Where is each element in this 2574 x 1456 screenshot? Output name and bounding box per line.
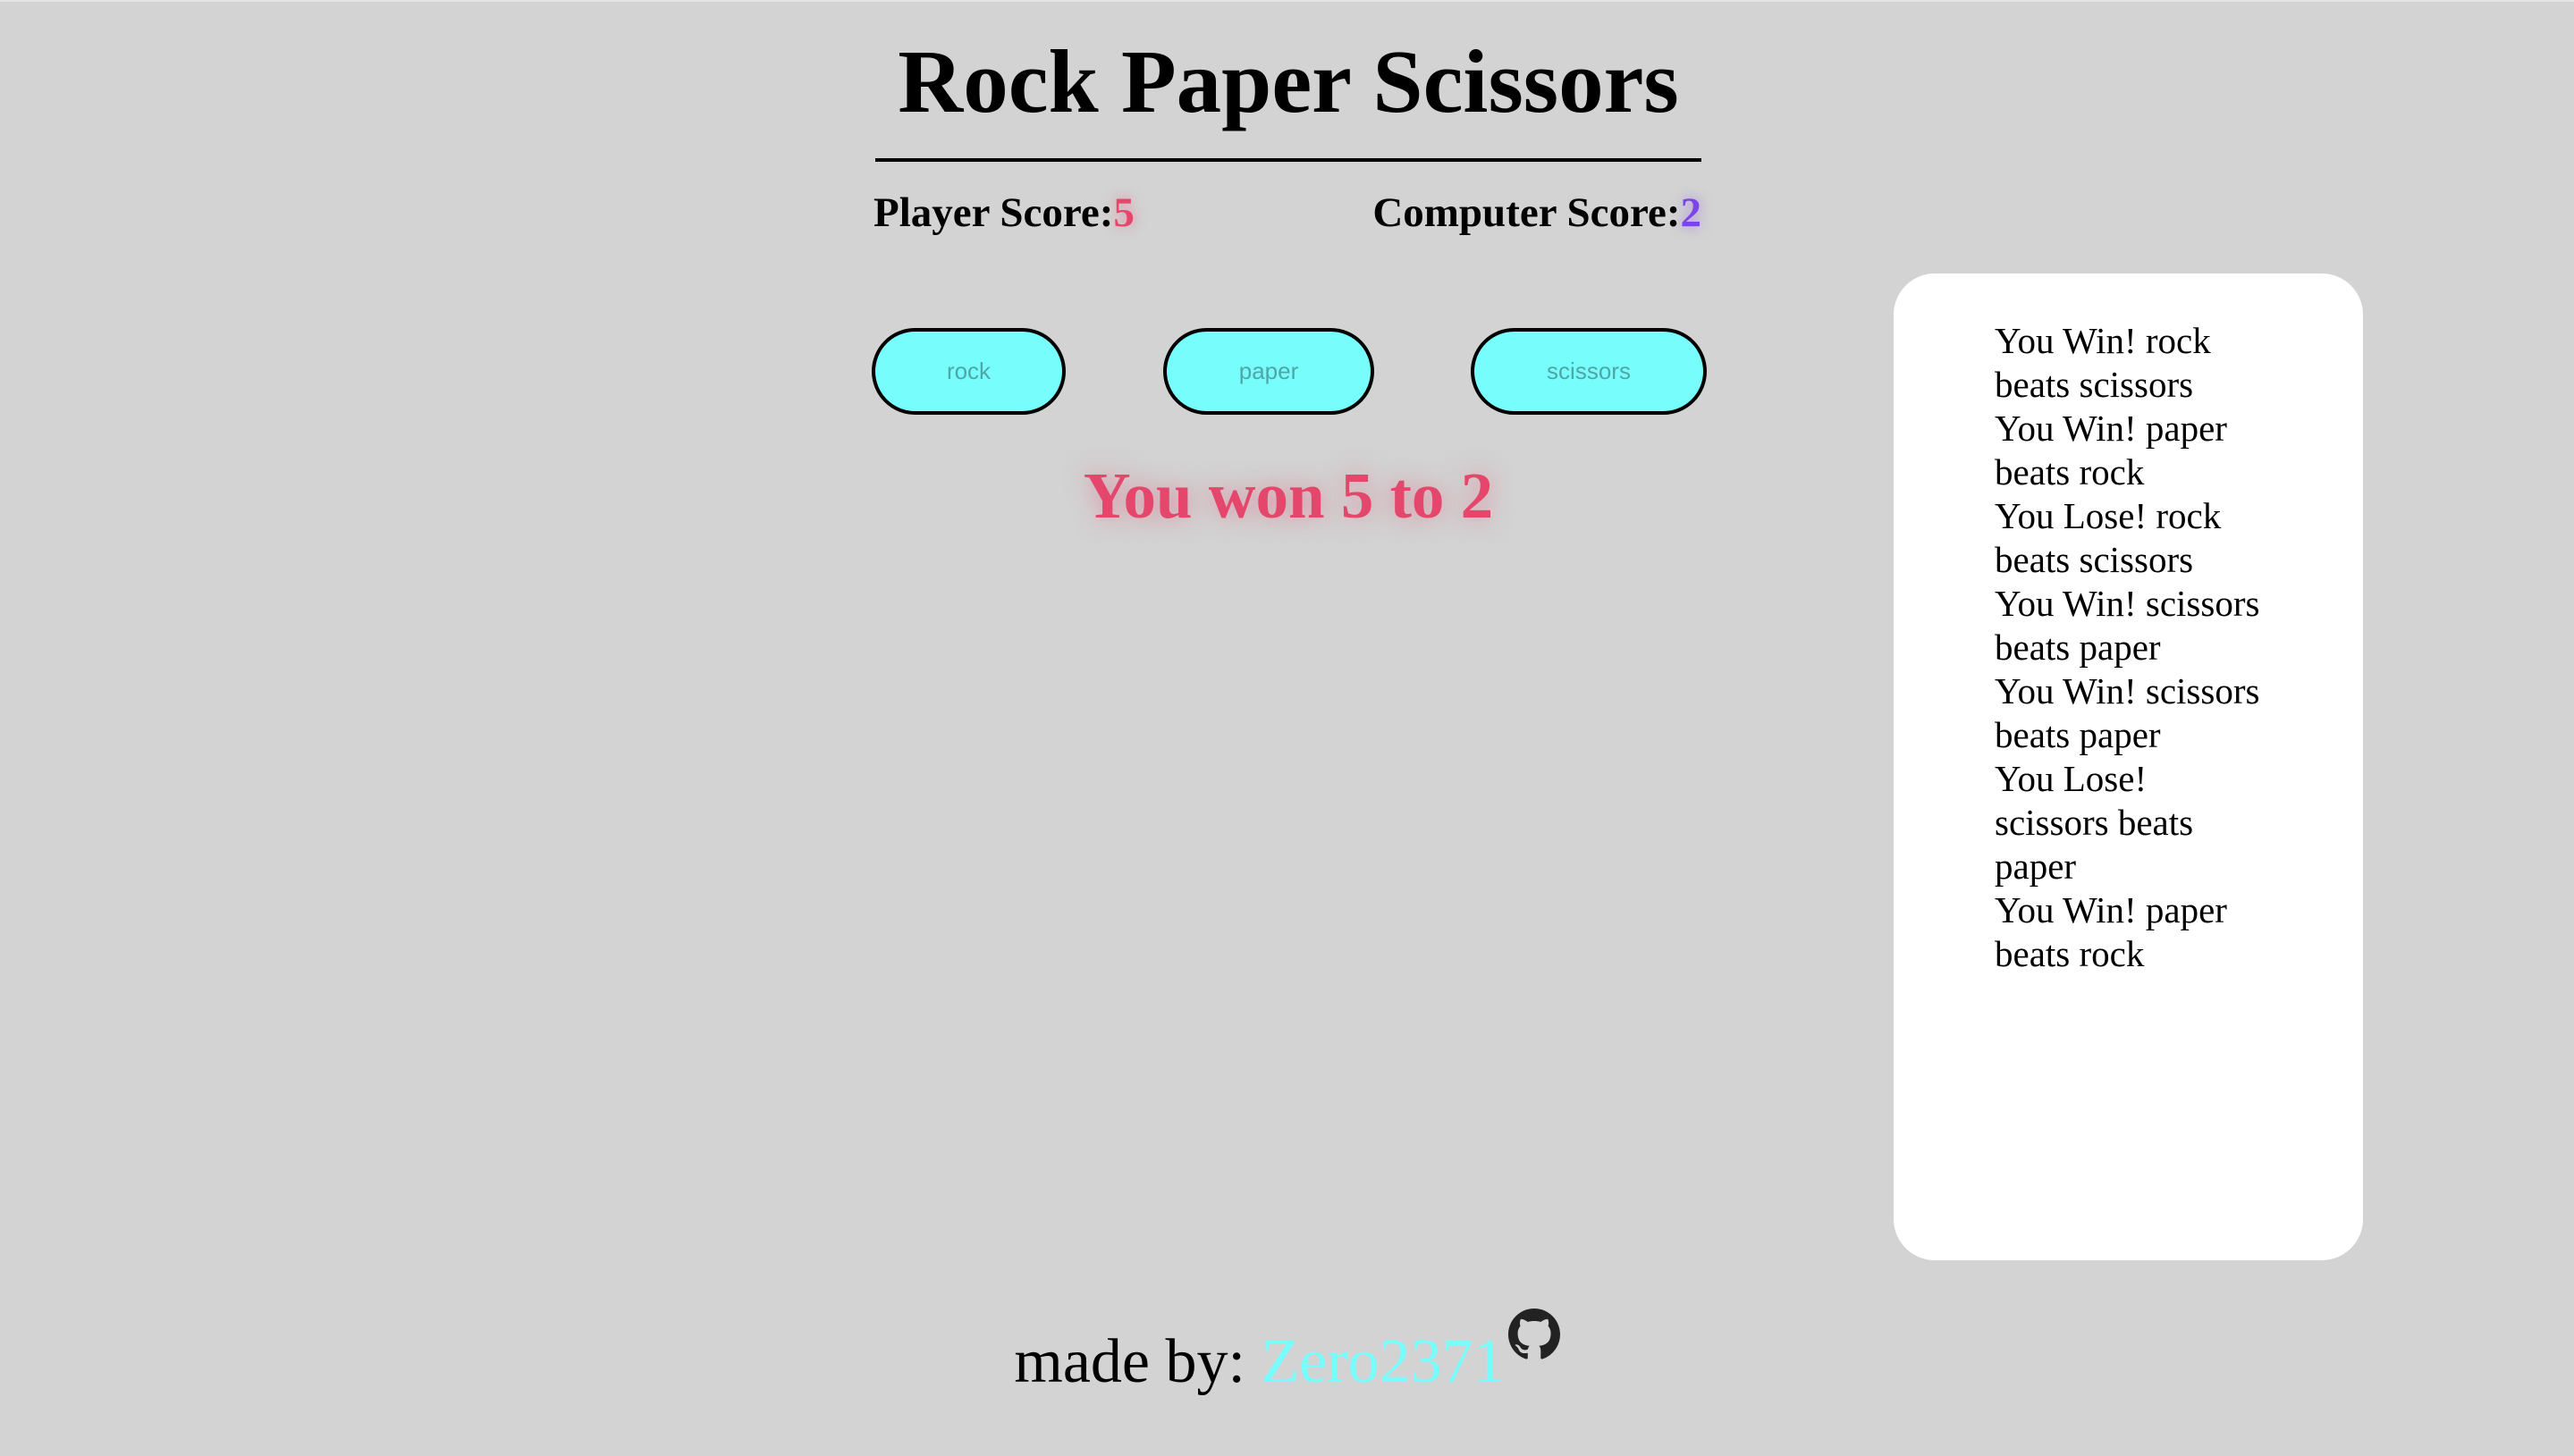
log-item: You Win! rock beats scissors bbox=[1995, 320, 2211, 405]
log-item: You Lose! scissors beats paper bbox=[1995, 758, 2194, 887]
player-score: Player Score:5 bbox=[873, 186, 1135, 240]
round-log-panel: You Win! rock beats scissors You Win! pa… bbox=[1894, 274, 2363, 1260]
page-title: Rock Paper Scissors bbox=[898, 31, 1679, 131]
player-score-label: Player Score: bbox=[873, 189, 1114, 236]
rock-button[interactable]: rock bbox=[872, 328, 1066, 415]
title-divider bbox=[875, 158, 1701, 162]
log-item: You Lose! rock beats scissors bbox=[1995, 495, 2222, 580]
log-item: You Win! paper beats rock bbox=[1995, 408, 2227, 492]
computer-score: Computer Score:2 bbox=[1372, 186, 1701, 240]
author-link[interactable]: Zero2371 bbox=[1261, 1327, 1504, 1396]
round-log-list: You Win! rock beats scissors You Win! pa… bbox=[1995, 319, 2263, 976]
log-item: You Win! scissors beats paper bbox=[1995, 583, 2260, 668]
computer-score-label: Computer Score: bbox=[1372, 189, 1681, 236]
top-edge-line bbox=[0, 0, 2574, 2]
scissors-button[interactable]: scissors bbox=[1471, 328, 1707, 415]
github-icon[interactable] bbox=[1507, 1296, 1560, 1359]
game-result: You won 5 to 2 bbox=[1083, 459, 1494, 532]
computer-score-value: 2 bbox=[1680, 189, 1702, 236]
made-by-label: made by: bbox=[1014, 1327, 1262, 1396]
log-item: You Win! paper beats rock bbox=[1995, 889, 2227, 974]
player-score-value: 5 bbox=[1113, 189, 1135, 236]
footer: made by: Zero2371 bbox=[0, 1296, 2574, 1407]
log-item: You Win! scissors beats paper bbox=[1995, 670, 2260, 755]
paper-button[interactable]: paper bbox=[1163, 328, 1374, 415]
